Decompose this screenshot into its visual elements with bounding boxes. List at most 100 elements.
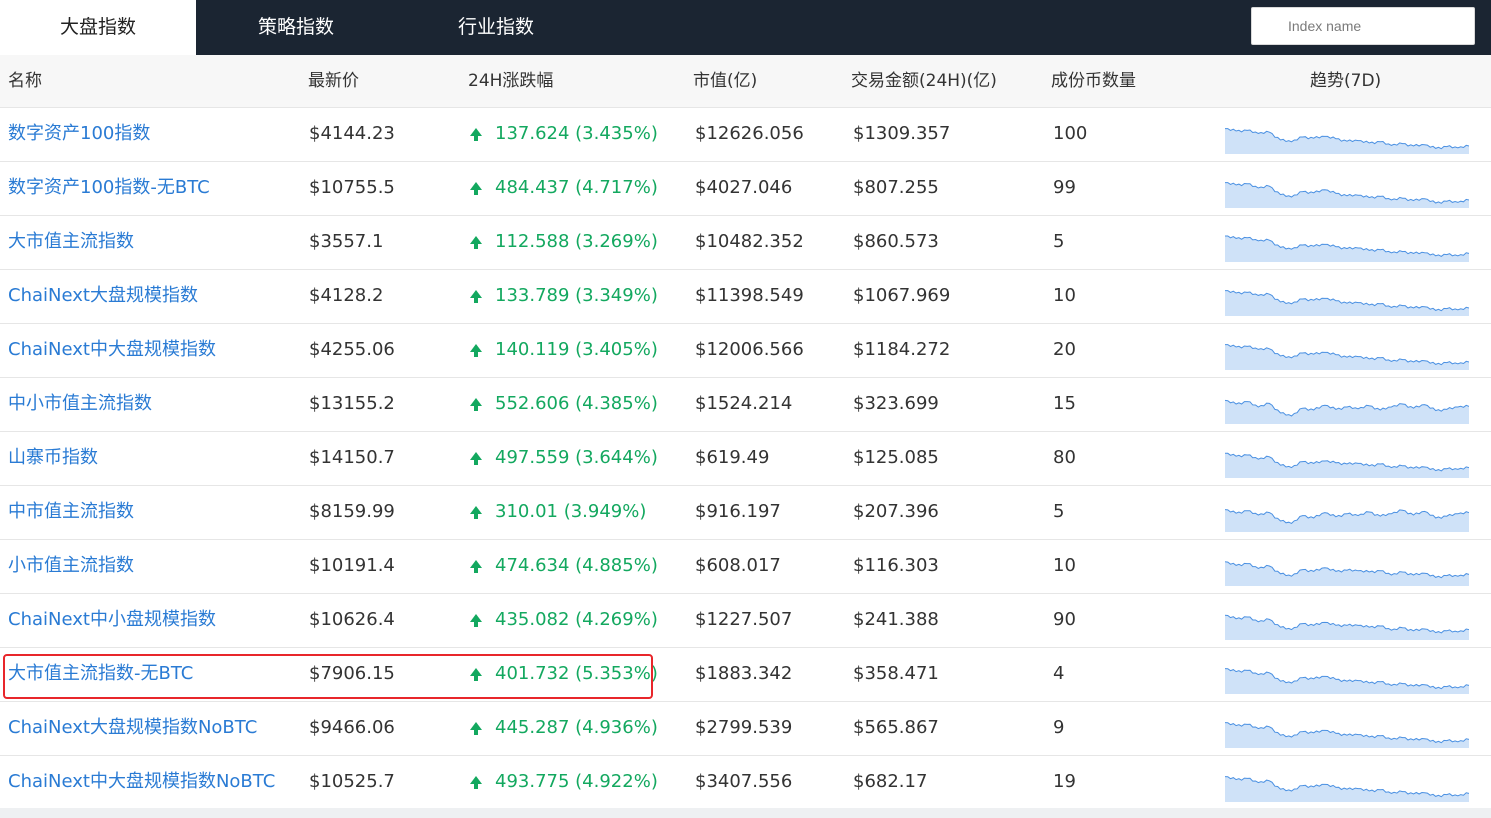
change-cell: 112.588 (3.269%) <box>470 216 658 269</box>
change-cell: 493.775 (4.922%) <box>470 756 658 809</box>
price-cell: $4144.23 <box>309 123 395 144</box>
change-cell: 484.437 (4.717%) <box>470 162 658 215</box>
constituents-cell: 80 <box>1053 447 1076 468</box>
change-value: 137.624 (3.435%) <box>495 123 658 144</box>
constituents-cell: 4 <box>1053 663 1065 684</box>
table-row[interactable]: 山寨币指数 $14150.7 497.559 (3.644%) $619.49 $125… <box>0 432 1491 486</box>
index-table-body: 数字资产100指数 $4144.23 137.624 (3.435%) $12626.… <box>0 108 1491 810</box>
change-value: 133.789 (3.349%) <box>495 285 658 306</box>
table-row[interactable]: ChaiNext中大盘规模指数NoBTC $10525.7 493.775 (4.9… <box>0 756 1491 810</box>
table-row[interactable]: 大市值主流指数 $3557.1 112.588 (3.269%) $10482.352… <box>0 216 1491 270</box>
change-value: 493.775 (4.922%) <box>495 771 658 792</box>
index-name-cell: 数字资产100指数 <box>8 108 150 161</box>
trend-sparkline <box>1225 509 1469 532</box>
index-name-link[interactable]: 中市值主流指数 <box>8 501 134 522</box>
index-name-link[interactable]: ChaiNext大盘规模指数NoBTC <box>8 717 257 738</box>
market-cap-cell: $2799.539 <box>695 717 793 738</box>
table-header: 名称 最新价 24H涨跌幅 市值(亿) 交易金额(24H)(亿) 成份币数量 趋… <box>0 55 1491 108</box>
price-cell: $10626.4 <box>309 609 395 630</box>
constituents-cell: 10 <box>1053 285 1076 306</box>
constituents-cell: 5 <box>1053 501 1065 522</box>
change-cell: 140.119 (3.405%) <box>470 324 658 377</box>
change-cell: 552.606 (4.385%) <box>470 378 658 431</box>
table-row[interactable]: 小市值主流指数 $10191.4 474.634 (4.885%) $608.017 $… <box>0 540 1491 594</box>
volume-cell: $358.471 <box>853 663 939 684</box>
change-value: 310.01 (3.949%) <box>495 501 647 522</box>
price-cell: $3557.1 <box>309 231 384 252</box>
volume-cell: $125.085 <box>853 447 939 468</box>
price-cell: $10755.5 <box>309 177 395 198</box>
index-name-link[interactable]: ChaiNext中大盘规模指数 <box>8 339 216 360</box>
column-header-constituents[interactable]: 成份币数量 <box>1051 55 1136 108</box>
index-name-cell: ChaiNext中大盘规模指数 <box>8 324 216 377</box>
price-cell: $13155.2 <box>309 393 395 414</box>
change-value: 435.082 (4.269%) <box>495 609 658 630</box>
trend-area <box>1225 453 1469 478</box>
index-name-link[interactable]: 中小市值主流指数 <box>8 393 152 414</box>
trend-sparkline <box>1225 128 1469 154</box>
index-name-link[interactable]: 小市值主流指数 <box>8 555 134 576</box>
index-name-link[interactable]: 大市值主流指数-无BTC <box>8 663 193 684</box>
price-cell: $4128.2 <box>309 285 384 306</box>
tab-strategy-index[interactable]: 策略指数 <box>196 0 396 55</box>
index-name-link[interactable]: ChaiNext中大盘规模指数NoBTC <box>8 771 275 792</box>
index-search-input[interactable] <box>1252 8 1474 44</box>
index-name-link[interactable]: 山寨币指数 <box>8 447 98 468</box>
table-row[interactable]: 大市值主流指数-无BTC $7906.15 401.732 (5.353%) $188… <box>0 648 1491 702</box>
constituents-cell: 5 <box>1053 231 1065 252</box>
trend-sparkline <box>1225 182 1469 208</box>
index-name-link[interactable]: 数字资产100指数 <box>8 123 150 144</box>
volume-cell: $1067.969 <box>853 285 951 306</box>
index-name-cell: 数字资产100指数-无BTC <box>8 162 210 215</box>
volume-cell: $207.396 <box>853 501 939 522</box>
volume-cell: $682.17 <box>853 771 928 792</box>
table-row[interactable]: ChaiNext大盘规模指数 $4128.2 133.789 (3.349%) $11… <box>0 270 1491 324</box>
column-header-market-cap[interactable]: 市值(亿) <box>693 55 757 108</box>
trend-sparkline <box>1225 235 1469 262</box>
market-cap-cell: $1524.214 <box>695 393 793 414</box>
constituents-cell: 15 <box>1053 393 1076 414</box>
table-row[interactable]: 中市值主流指数 $8159.99 310.01 (3.949%) $916.197 $2… <box>0 486 1491 540</box>
index-name-link[interactable]: 数字资产100指数-无BTC <box>8 177 210 198</box>
up-arrow-icon <box>470 398 482 411</box>
change-cell: 445.287 (4.936%) <box>470 702 658 755</box>
trend-sparkline <box>1225 561 1469 586</box>
change-cell: 497.559 (3.644%) <box>470 432 658 485</box>
table-row[interactable]: 中小市值主流指数 $13155.2 552.606 (4.385%) $1524.21… <box>0 378 1491 432</box>
trend-area <box>1225 400 1469 424</box>
top-nav-bar: 大盘指数 策略指数 行业指数 <box>0 0 1491 55</box>
column-header-change[interactable]: 24H涨跌幅 <box>468 55 553 108</box>
trend-area <box>1225 561 1469 586</box>
market-cap-cell: $916.197 <box>695 501 781 522</box>
constituents-cell: 9 <box>1053 717 1065 738</box>
index-name-cell: 中小市值主流指数 <box>8 378 152 431</box>
change-value: 497.559 (3.644%) <box>495 447 658 468</box>
index-search-box <box>1251 7 1475 45</box>
market-cap-cell: $1883.342 <box>695 663 793 684</box>
constituents-cell: 99 <box>1053 177 1076 198</box>
table-row[interactable]: 数字资产100指数-无BTC $10755.5 484.437 (4.717%) $4… <box>0 162 1491 216</box>
trend-sparkline <box>1225 776 1469 802</box>
change-cell: 474.634 (4.885%) <box>470 540 658 593</box>
table-row[interactable]: ChaiNext中大盘规模指数 $4255.06 140.119 (3.405%) $… <box>0 324 1491 378</box>
trend-sparkline <box>1225 344 1469 370</box>
volume-cell: $1309.357 <box>853 123 951 144</box>
column-header-price[interactable]: 最新价 <box>308 55 359 108</box>
market-cap-cell: $4027.046 <box>695 177 793 198</box>
volume-cell: $860.573 <box>853 231 939 252</box>
market-cap-cell: $3407.556 <box>695 771 793 792</box>
market-cap-cell: $11398.549 <box>695 285 804 306</box>
index-name-link[interactable]: ChaiNext大盘规模指数 <box>8 285 198 306</box>
up-arrow-icon <box>470 506 482 519</box>
tab-market-index[interactable]: 大盘指数 <box>0 0 196 55</box>
trend-sparkline <box>1225 668 1469 694</box>
table-row[interactable]: ChaiNext中小盘规模指数 $10626.4 435.082 (4.269%) $… <box>0 594 1491 648</box>
tab-industry-index[interactable]: 行业指数 <box>396 0 596 55</box>
column-header-name[interactable]: 名称 <box>8 55 42 108</box>
index-name-link[interactable]: ChaiNext中小盘规模指数 <box>8 609 216 630</box>
index-name-link[interactable]: 大市值主流指数 <box>8 231 134 252</box>
table-row[interactable]: ChaiNext大盘规模指数NoBTC $9466.06 445.287 (4.93… <box>0 702 1491 756</box>
column-header-volume[interactable]: 交易金额(24H)(亿) <box>851 55 997 108</box>
change-cell: 133.789 (3.349%) <box>470 270 658 323</box>
table-row[interactable]: 数字资产100指数 $4144.23 137.624 (3.435%) $12626.… <box>0 108 1491 162</box>
